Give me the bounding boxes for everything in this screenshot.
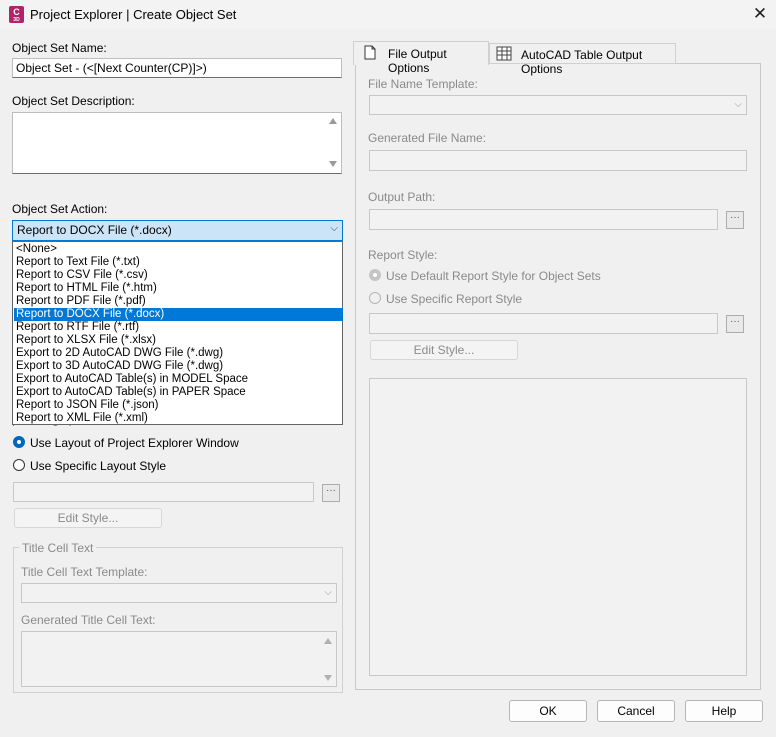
action-option[interactable]: Export to AutoCAD Table(s) in PAPER Spac… <box>14 386 343 399</box>
use-layout-window-label[interactable]: Use Layout of Project Explorer Window <box>30 436 239 450</box>
object-set-action-select[interactable]: Report to DOCX File (*.docx) ⌵ <box>12 220 343 241</box>
app-icon-letter: C <box>13 7 20 17</box>
object-set-action-value: Report to DOCX File (*.docx) <box>17 223 172 237</box>
object-set-description-label: Object Set Description: <box>12 94 135 108</box>
use-default-report-style-label[interactable]: Use Default Report Style for Object Sets <box>386 269 601 283</box>
scroll-up-icon[interactable] <box>329 118 337 124</box>
tab-autocad-table-output[interactable]: AutoCAD Table Output Options <box>489 43 676 76</box>
object-set-name-label: Object Set Name: <box>12 41 107 55</box>
help-button[interactable]: Help <box>685 700 763 722</box>
action-option[interactable]: Report to RTF File (*.rtf) <box>14 321 343 334</box>
cancel-button[interactable]: Cancel <box>597 700 675 722</box>
file-name-template-select: ⌵ <box>369 95 747 115</box>
action-option[interactable]: Report to JSON File (*.json) <box>14 399 343 412</box>
ok-button[interactable]: OK <box>509 700 587 722</box>
generated-file-name-label: Generated File Name: <box>368 131 487 145</box>
use-default-report-style-radio[interactable] <box>369 269 381 281</box>
action-option[interactable]: Report to HTML File (*.htm) <box>14 282 343 295</box>
app-icon: C 3D <box>9 6 24 23</box>
window-title: Project Explorer | Create Object Set <box>30 7 237 22</box>
generated-file-name-input <box>369 150 747 171</box>
report-style-browse-button[interactable]: ··· <box>726 315 744 333</box>
scroll-down-icon[interactable] <box>329 161 337 167</box>
scroll-down-icon <box>324 675 332 681</box>
action-option[interactable]: Export to 2D AutoCAD DWG File (*.dwg) <box>14 347 343 360</box>
generated-title-scrollbar <box>321 633 335 685</box>
close-icon[interactable]: ✕ <box>750 3 770 25</box>
tab-file-output-options[interactable]: File Output Options <box>353 41 489 75</box>
specific-layout-input <box>13 482 314 502</box>
report-style-label: Report Style: <box>368 248 438 262</box>
object-set-description-input[interactable] <box>12 112 342 174</box>
table-icon <box>496 46 512 61</box>
output-path-input <box>369 209 718 230</box>
chevron-down-icon: ⌵ <box>324 587 332 598</box>
tab-autocad-table-label: AutoCAD Table Output Options <box>521 48 643 76</box>
use-specific-layout-radio[interactable] <box>13 459 25 471</box>
title-cell-template-label: Title Cell Text Template: <box>21 565 148 579</box>
action-option[interactable]: Export to 3D AutoCAD DWG File (*.dwg) <box>14 360 343 373</box>
use-specific-report-style-radio[interactable] <box>369 292 381 304</box>
file-name-template-label: File Name Template: <box>368 77 478 91</box>
scroll-up-icon <box>324 638 332 644</box>
generated-title-input <box>21 631 337 687</box>
use-specific-report-style-label[interactable]: Use Specific Report Style <box>386 292 522 306</box>
chevron-down-icon: ⌵ <box>734 99 742 110</box>
action-option[interactable]: Report to XLSX File (*.xlsx) <box>14 334 343 347</box>
chevron-down-icon[interactable]: ⌵ <box>330 223 338 234</box>
action-option[interactable]: <None> <box>14 243 343 256</box>
title-cell-template-select: ⌵ <box>21 583 337 603</box>
document-icon <box>364 45 376 60</box>
action-option[interactable]: Report to Text File (*.txt) <box>14 256 343 269</box>
layout-browse-button[interactable]: ··· <box>322 484 340 502</box>
layout-edit-style-button[interactable]: Edit Style... <box>14 508 162 528</box>
specific-report-style-input <box>369 313 718 334</box>
action-option[interactable]: Report to PDF File (*.pdf) <box>14 295 343 308</box>
use-layout-window-radio[interactable] <box>13 436 25 448</box>
report-preview-area <box>369 378 747 676</box>
app-icon-sub: 3D <box>13 17 20 23</box>
action-dropdown-list[interactable]: <None> Report to Text File (*.txt) Report … <box>12 241 343 425</box>
title-cell-group-label: Title Cell Text <box>19 541 97 555</box>
action-option[interactable]: Export to AutoCAD Table(s) in MODEL Spac… <box>14 373 343 386</box>
description-scrollbar[interactable] <box>326 114 340 172</box>
action-option[interactable]: Report to DOCX File (*.docx) <box>14 308 343 321</box>
object-set-name-input[interactable]: Object Set - (<[Next Counter(CP)]>) <box>12 58 342 78</box>
output-path-browse-button[interactable]: ··· <box>726 211 744 229</box>
report-edit-style-button[interactable]: Edit Style... <box>370 340 518 360</box>
action-option[interactable]: Report to CSV File (*.csv) <box>14 269 343 282</box>
generated-title-label: Generated Title Cell Text: <box>21 613 156 627</box>
object-set-action-label: Object Set Action: <box>12 202 108 216</box>
output-path-label: Output Path: <box>368 190 436 204</box>
layout-style-label: Layout Style: <box>12 423 81 426</box>
use-specific-layout-label[interactable]: Use Specific Layout Style <box>30 459 166 473</box>
tab-file-output-label: File Output Options <box>388 47 447 75</box>
